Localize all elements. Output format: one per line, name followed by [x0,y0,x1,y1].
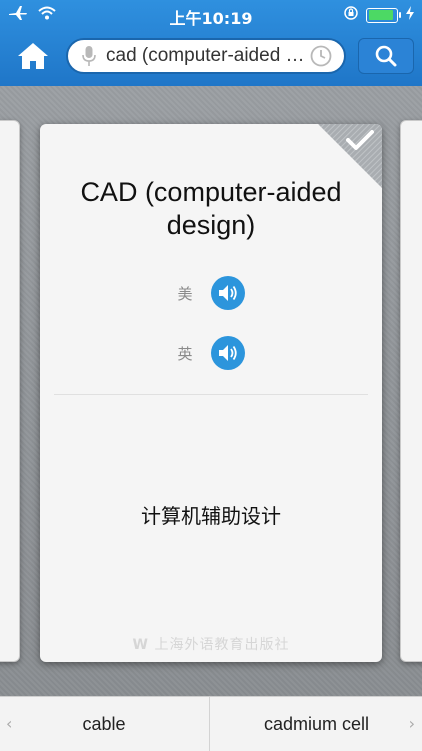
rotation-lock-icon [344,6,358,24]
speaker-us-button[interactable] [210,276,245,310]
status-bar: 上午10:19 [0,0,422,30]
battery-icon [366,7,401,23]
speaker-icon [218,345,237,361]
app-header: 上午10:19 cad (computer-aided design) [0,0,422,86]
next-word-label: cadmium cell [263,713,370,734]
next-card[interactable] [400,120,422,662]
publisher-logo-icon: W [132,637,149,653]
search-query[interactable]: cad (computer-aided design) [106,45,308,67]
home-button[interactable] [14,38,52,74]
publisher-watermark: W 上海外语教育出版社 [40,634,382,654]
speaker-icon [218,285,237,301]
prev-word-button[interactable]: ‹ cable [0,697,208,751]
search-input[interactable]: cad (computer-aided design) [66,38,346,74]
headword: CAD (computer-aided design) [80,177,342,240]
chevron-right-icon: › [408,714,415,733]
next-word-button[interactable]: cadmium cell › [209,697,422,751]
publisher-name: 上海外语教育出版社 [154,637,290,653]
chevron-left-icon: ‹ [6,714,13,733]
pronunciation-us-label: 美 [177,284,193,303]
speaker-uk-button[interactable] [210,336,245,370]
search-button[interactable] [358,38,414,74]
flashcard[interactable]: CAD (computer-aided design) 美 英 计算机辅助设计 … [40,124,382,662]
history-clock-icon[interactable] [308,45,334,67]
definition: 计算机辅助设计 [141,504,281,528]
home-icon [18,43,48,69]
search-icon [375,45,397,67]
status-right [344,6,414,24]
card-carousel[interactable]: CAD (computer-aided design) 美 英 计算机辅助设计 … [0,86,422,696]
charging-icon [406,6,414,24]
bottom-nav: ‹ cable cadmium cell › [0,696,422,751]
pronunciation-uk-label: 英 [177,344,193,363]
card-divider [54,394,368,395]
microphone-icon[interactable] [78,45,100,67]
pronunciation-uk-row: 英 [40,336,382,370]
previous-card[interactable] [0,120,20,662]
prev-word-label: cable [82,713,126,734]
pronunciation-us-row: 美 [40,276,382,310]
